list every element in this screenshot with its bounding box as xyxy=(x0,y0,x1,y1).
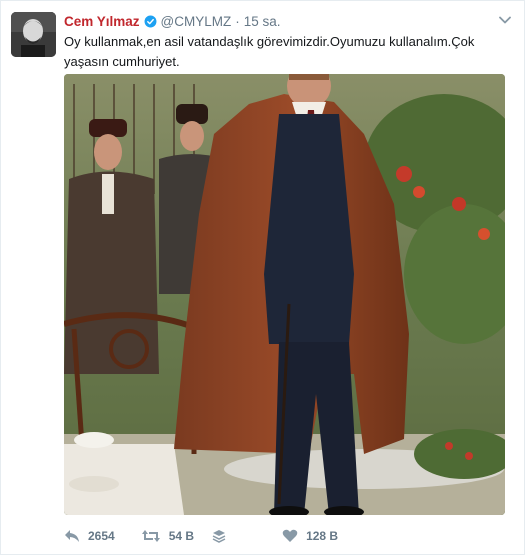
tweet-card[interactable]: Cem Yılmaz @CMYLMZ · 15 sa. Oy kullanmak… xyxy=(0,0,525,555)
like-count: 128 B xyxy=(306,529,339,543)
handle[interactable]: @CMYLMZ xyxy=(161,14,232,29)
photo-image xyxy=(64,74,505,515)
reply-icon xyxy=(64,529,80,543)
verified-badge-icon xyxy=(144,15,157,28)
heart-icon xyxy=(282,529,298,543)
reply-action[interactable]: 2654 xyxy=(64,529,115,543)
retweet-count: 54 B xyxy=(168,529,195,543)
reply-count: 2654 xyxy=(88,529,115,543)
timestamp[interactable]: 15 sa. xyxy=(244,14,281,29)
tweet-actions: 2654 54 B 128 B xyxy=(64,527,338,545)
avatar[interactable] xyxy=(11,12,56,57)
like-action[interactable]: 128 B xyxy=(282,529,338,543)
layers-action[interactable] xyxy=(212,529,226,543)
retweet-icon xyxy=(141,529,161,543)
tweet-photo[interactable] xyxy=(64,74,505,515)
separator: · xyxy=(235,13,240,29)
tweet-header: Cem Yılmaz @CMYLMZ · 15 sa. xyxy=(64,12,281,30)
layers-icon xyxy=(212,529,226,543)
display-name[interactable]: Cem Yılmaz xyxy=(64,14,140,29)
chevron-down-icon[interactable] xyxy=(498,13,512,27)
retweet-action[interactable]: 54 B xyxy=(141,529,194,543)
tweet-text: Oy kullanmak,en asil vatandaşlık görevim… xyxy=(64,34,475,69)
avatar-image xyxy=(11,12,56,57)
